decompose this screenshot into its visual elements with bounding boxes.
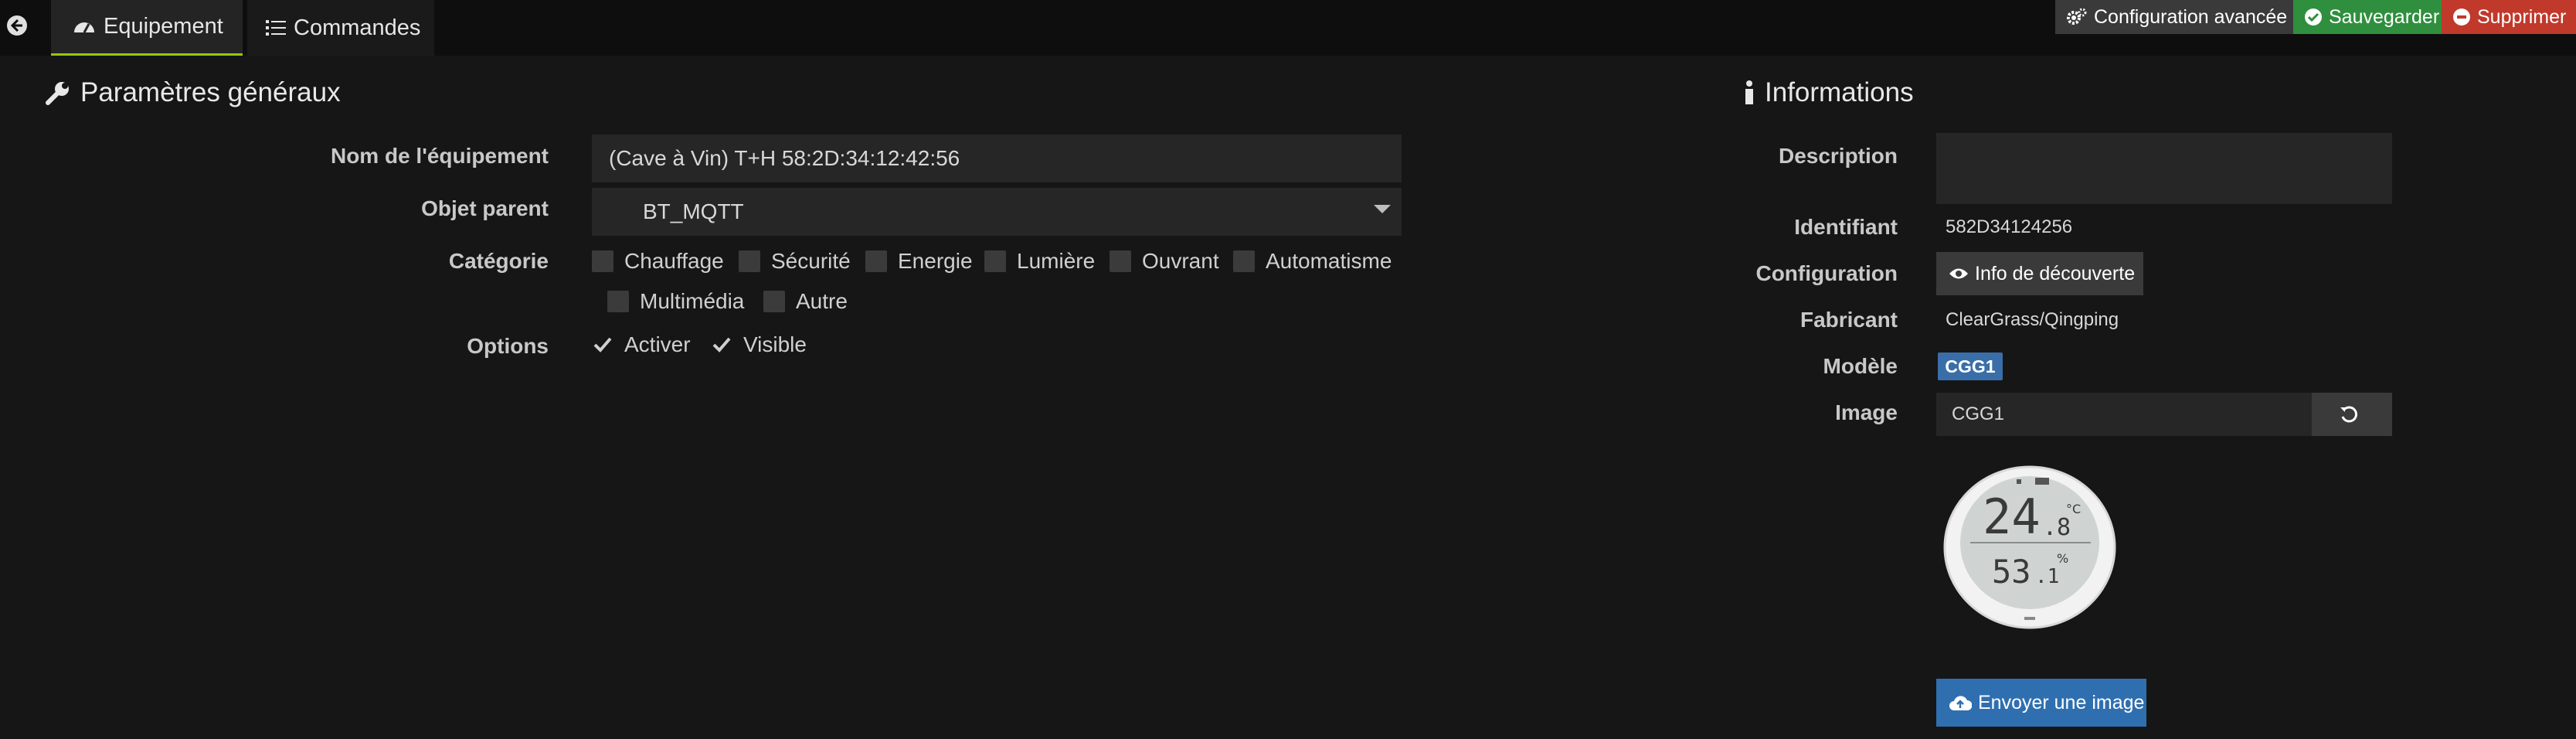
parent-label: Objet parent [421,196,549,220]
check-icon [712,337,731,352]
dashboard-icon [74,22,94,33]
category-checkbox-label: Ouvrant [1142,249,1219,273]
option-label: Visible [743,332,807,356]
description-label: Description [1778,144,1898,168]
general-section-title: Paramètres généraux [45,77,341,108]
general-title-text: Paramètres généraux [80,77,341,107]
tab-commands[interactable]: Commandes [247,0,434,56]
upload-image-label: Envoyer une image [1978,691,2145,713]
category-checkbox[interactable]: Autre [763,289,848,314]
category-checkbox[interactable]: Ouvrant [1110,249,1219,274]
save-label: Sauvegarder [2329,5,2440,28]
wrench-icon [46,82,69,105]
minus-circle-icon [2453,9,2470,26]
name-input[interactable]: (Cave à Vin) T+H 58:2D:34:12:42:56 [592,135,1402,182]
category-checkbox-label: Lumière [1017,249,1096,273]
category-checkbox[interactable]: Lumière [984,249,1095,274]
manufacturer-label: Fabricant [1799,308,1898,332]
checkbox-box[interactable] [607,291,629,312]
checkbox-box[interactable] [592,334,613,356]
device-temperature-dec: .8 [2043,514,2071,541]
discovery-info-button[interactable]: Info de découverte [1936,252,2143,295]
checkbox-box[interactable] [763,291,785,312]
model-badge: CGG1 [1938,352,2003,380]
tab-equipment-label: Equipement [104,14,223,39]
category-checkbox-label: Multimédia [640,289,745,313]
check-circle-icon [2305,9,2322,26]
device-humidity-unit: % [2057,551,2068,566]
device-image: 24 .8 °C 53 .1 % [1942,462,2117,629]
category-checkbox[interactable]: Energie [865,249,973,274]
option-label: Activer [624,332,691,356]
parent-select[interactable]: BT_MQTT [592,188,1402,236]
save-button[interactable]: Sauvegarder [2293,0,2442,34]
image-input[interactable]: CGG1 [1936,393,2312,436]
gears-icon [2067,8,2087,25]
advanced-config-button[interactable]: Configuration avancée [2055,0,2293,34]
cloud-upload-icon [1949,696,1972,710]
device-temperature-unit: °C [2066,502,2081,516]
check-icon [593,337,612,352]
parent-select-value: BT_MQTT [643,199,744,223]
top-bar: Equipement Commandes Configuration avanc… [0,0,2576,56]
options-label: Options [467,334,549,358]
configuration-label: Configuration [1755,261,1898,285]
checkbox-box[interactable] [592,250,613,272]
category-checkbox-label: Autre [796,289,848,313]
category-checkbox[interactable]: Multimédia [607,289,744,314]
upload-image-button[interactable]: Envoyer une image [1936,679,2146,727]
undo-icon [2340,406,2357,423]
tab-commands-label: Commandes [294,15,421,40]
checkbox-box[interactable] [711,334,732,356]
chevron-down-icon [1374,205,1391,213]
category-checkbox[interactable]: Chauffage [592,249,724,274]
eye-icon [1949,268,1968,279]
identifier-label: Identifiant [1794,215,1898,239]
back-button[interactable] [0,0,34,51]
category-checkbox-label: Automatisme [1266,249,1392,273]
advanced-config-label: Configuration avancée [2094,5,2288,28]
category-checkbox[interactable]: Sécurité [739,249,851,274]
category-label: Catégorie [448,249,549,273]
checkbox-box[interactable] [739,250,760,272]
category-checkbox-label: Chauffage [624,249,724,273]
delete-button[interactable]: Supprimer [2442,0,2576,34]
checkbox-box[interactable] [1110,250,1131,272]
description-textarea[interactable] [1936,133,2392,204]
device-humidity-int: 53 [1992,553,2031,591]
image-label: Image [1835,400,1898,424]
delete-label: Supprimer [2477,5,2567,28]
discovery-info-label: Info de découverte [1975,262,2136,284]
category-checkbox[interactable]: Automatisme [1233,249,1392,274]
identifier-value: 582D34124256 [1946,216,2073,237]
checkbox-box[interactable] [984,250,1006,272]
tab-equipment[interactable]: Equipement [51,0,243,56]
device-humidity-dec: .1 [2035,565,2059,588]
info-icon [1745,80,1753,104]
category-checkbox-label: Energie [898,249,973,273]
option-activate-checkbox[interactable]: Activer [592,332,691,357]
device-temperature-int: 24 [1983,489,2041,545]
model-label: Modèle [1823,354,1898,378]
checkbox-box[interactable] [865,250,887,272]
name-label: Nom de l'équipement [330,144,549,168]
info-section-title: Informations [1743,77,1914,108]
checkbox-box[interactable] [1233,250,1255,272]
reset-image-button[interactable] [2312,393,2392,436]
list-icon [266,20,286,36]
category-checkbox-label: Sécurité [771,249,851,273]
info-title-text: Informations [1765,77,1914,107]
option-visible-checkbox[interactable]: Visible [711,332,807,357]
back-arrow-icon [7,15,27,36]
manufacturer-value: ClearGrass/Qingping [1946,309,2119,330]
